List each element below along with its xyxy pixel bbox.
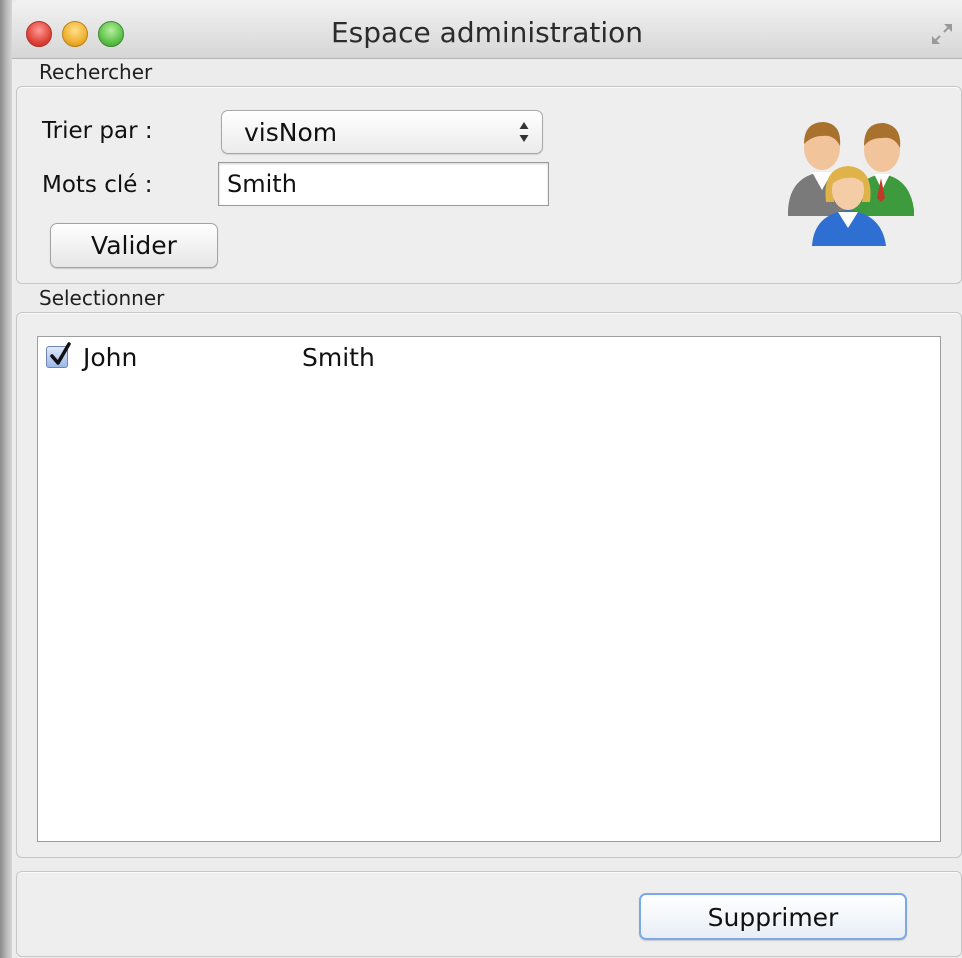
sort-by-value: visNom	[244, 118, 338, 147]
keywords-input[interactable]	[218, 162, 549, 206]
person-list[interactable]: John Smith	[37, 336, 941, 842]
window-title: Espace administration	[330, 16, 644, 49]
sort-by-select[interactable]: visNom	[221, 110, 543, 154]
select-group-label: Selectionner	[39, 286, 165, 310]
checkmark-icon	[50, 342, 71, 365]
title-bar[interactable]: Espace administration	[12, 0, 962, 59]
validate-button[interactable]: Valider	[50, 223, 218, 268]
sort-by-label: Trier par :	[42, 118, 153, 144]
users-group-icon	[788, 122, 914, 246]
fullscreen-icon[interactable]	[930, 22, 954, 46]
delete-button[interactable]: Supprimer	[639, 893, 907, 940]
search-group-label: Rechercher	[39, 60, 153, 84]
row-checkbox[interactable]	[46, 342, 71, 368]
list-item[interactable]: John Smith	[38, 337, 940, 381]
keywords-label: Mots clé :	[42, 172, 153, 198]
first-name-cell: John	[83, 343, 138, 372]
background-window-edge	[0, 0, 12, 958]
admin-window: Espace administration Rechercher Trier p…	[12, 0, 962, 958]
last-name-cell: Smith	[302, 343, 375, 372]
select-arrows-icon	[519, 122, 529, 142]
